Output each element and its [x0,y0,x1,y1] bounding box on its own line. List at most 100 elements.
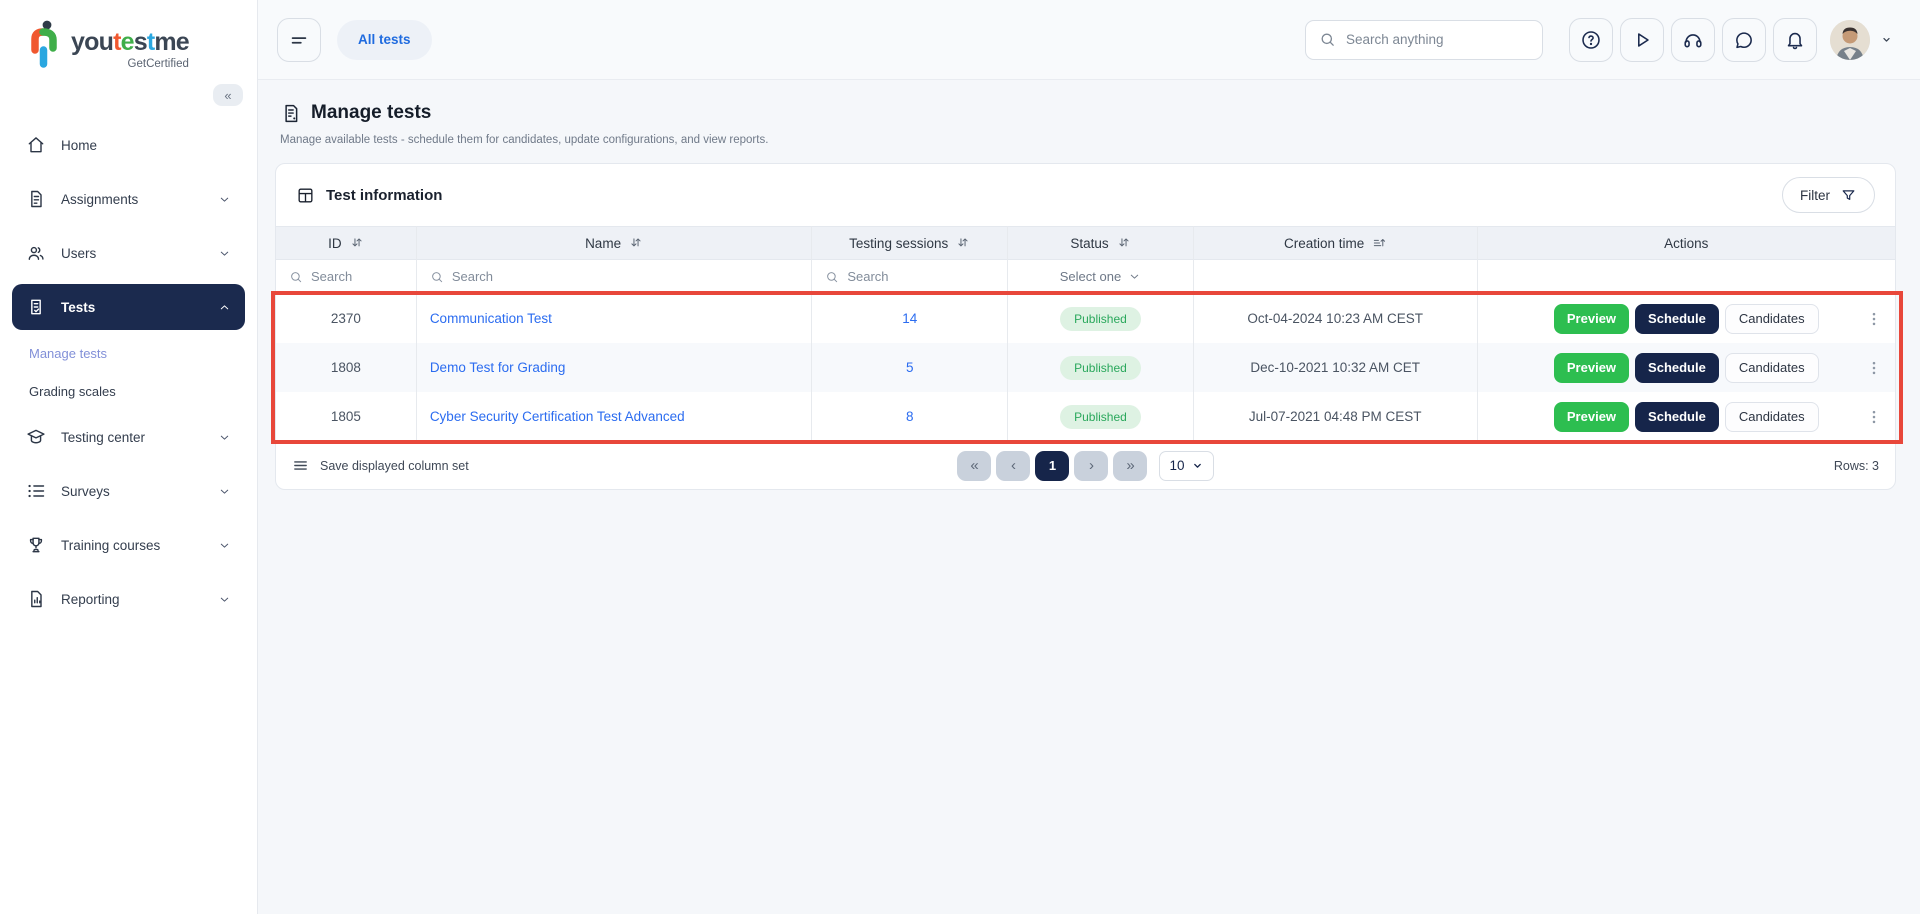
test-name-link[interactable]: Communication Test [430,311,552,326]
users-icon [26,243,46,263]
chat-icon [1733,29,1755,51]
sidebar-subitem-grading-scales[interactable]: Grading scales [12,373,245,409]
filter-button[interactable]: Filter [1782,177,1875,213]
sidebar-item-training-courses[interactable]: Training courses [12,522,245,568]
sidebar-item-label: Reporting [61,592,120,607]
candidates-button[interactable]: Candidates [1725,353,1819,383]
pagination-first-button[interactable]: « [957,451,991,481]
home-icon [26,135,46,155]
brand-wordmark: youtestme [71,30,189,55]
candidates-button[interactable]: Candidates [1725,402,1819,432]
chevron-down-icon [218,485,231,498]
pagination-last-button[interactable]: » [1113,451,1147,481]
cell-status: Published [1008,294,1194,343]
pagination-next-button[interactable]: › [1074,451,1108,481]
cell-name: Cyber Security Certification Test Advanc… [417,392,813,441]
preview-button[interactable]: Preview [1554,402,1629,432]
sort-both-icon [956,236,970,250]
pagination-prev-button[interactable]: ‹ [996,451,1030,481]
row-menu-kebab-icon[interactable] [1865,408,1883,426]
brand-logo-icon [28,20,62,72]
search-input-testing-sessions[interactable] [847,269,994,284]
cell-id: 1805 [276,392,417,441]
sort-asc-icon [1372,236,1386,250]
column-header-status[interactable]: Status [1008,226,1194,260]
sidebar-item-home[interactable]: Home [12,122,245,168]
testing-sessions-link[interactable]: 5 [906,360,914,375]
save-column-set-button[interactable]: Save displayed column set [292,457,957,474]
training-courses-icon [26,535,46,555]
reporting-icon [26,589,46,609]
schedule-button[interactable]: Schedule [1635,353,1719,383]
table-row: 1805 Cyber Security Certification Test Ad… [276,392,1895,441]
schedule-button[interactable]: Schedule [1635,304,1719,334]
column-label: Testing sessions [849,236,948,251]
card-title-group: Test information [296,186,442,205]
testing-sessions-link[interactable]: 8 [906,409,914,424]
cell-actions: PreviewScheduleCandidates [1478,343,1895,392]
sort-both-icon [1117,236,1131,250]
sort-asc-icon [1372,236,1386,250]
column-label: Name [585,236,621,251]
bell-button[interactable] [1773,18,1817,62]
sidebar-item-users[interactable]: Users [12,230,245,276]
search-input-name[interactable] [452,269,799,284]
sort-both-icon [629,236,643,250]
brand-letter: u [99,28,113,56]
sidebar-item-label: Assignments [61,192,138,207]
column-header-creation-time[interactable]: Creation time [1194,226,1478,260]
sidebar-item-surveys[interactable]: Surveys [12,468,245,514]
page-size-select[interactable]: 10 [1159,451,1213,481]
table-row: 2370Communication Test14PublishedOct-04-… [276,294,1895,343]
preview-button[interactable]: Preview [1554,353,1629,383]
cell-status: Published [1008,343,1194,392]
candidates-button[interactable]: Candidates [1725,304,1819,334]
brand-letter: e [121,28,134,56]
column-label: ID [328,236,342,251]
testing-sessions-link[interactable]: 14 [902,311,917,326]
brand-letter: e [176,28,189,56]
column-header-name[interactable]: Name [417,226,813,260]
test-name-link[interactable]: Demo Test for Grading [430,360,566,375]
schedule-button[interactable]: Schedule [1635,402,1719,432]
help-button[interactable] [1569,18,1613,62]
sort-both-icon [350,236,364,250]
headset-button[interactable] [1671,18,1715,62]
pagination-page-1-button[interactable]: 1 [1035,451,1069,481]
testing-center-icon [26,427,46,447]
table-header-row: ID Name Testing sessions StatusCreation tim… [276,226,1895,260]
chevron-down-icon [218,539,231,552]
table-rows: 2370Communication Test14PublishedOct-04-… [276,294,1895,441]
global-search-input[interactable] [1346,32,1529,47]
tab-all-tests[interactable]: All tests [337,20,432,60]
cell-id: 2370 [276,294,417,343]
user-avatar[interactable] [1830,20,1870,60]
chevron-down-icon [1128,270,1141,283]
column-header-id[interactable]: ID [276,226,417,260]
status-filter-select[interactable]: Select one [1008,260,1194,294]
hamburger-icon [288,29,310,51]
row-menu-kebab-icon[interactable] [1865,359,1883,377]
topbar: All tests [258,0,1920,80]
surveys-icon [26,481,46,501]
preview-button[interactable]: Preview [1554,304,1629,334]
column-header-testing-sessions[interactable]: Testing sessions [812,226,1008,260]
test-name-link[interactable]: Cyber Security Certification Test Advanc… [430,409,685,424]
play-button[interactable] [1620,18,1664,62]
cell-actions: PreviewScheduleCandidates [1478,294,1895,343]
kebab-icon [1865,310,1883,328]
sidebar-collapse-button[interactable]: « [213,84,243,106]
sidebar-toggle-button[interactable] [277,18,321,62]
search-input-id[interactable] [311,269,403,284]
sidebar-item-testing-center[interactable]: Testing center [12,414,245,460]
sidebar-subitem-manage-tests[interactable]: Manage tests [12,335,245,371]
chevron-down-icon [218,431,231,444]
tests-icon [26,297,46,317]
sidebar-item-tests[interactable]: Tests [12,284,245,330]
sort-both-icon [956,236,970,250]
sidebar-item-reporting[interactable]: Reporting [12,576,245,622]
user-menu-caret[interactable] [1879,32,1894,47]
sidebar-item-assignments[interactable]: Assignments [12,176,245,222]
row-menu-kebab-icon[interactable] [1865,310,1883,328]
chat-button[interactable] [1722,18,1766,62]
